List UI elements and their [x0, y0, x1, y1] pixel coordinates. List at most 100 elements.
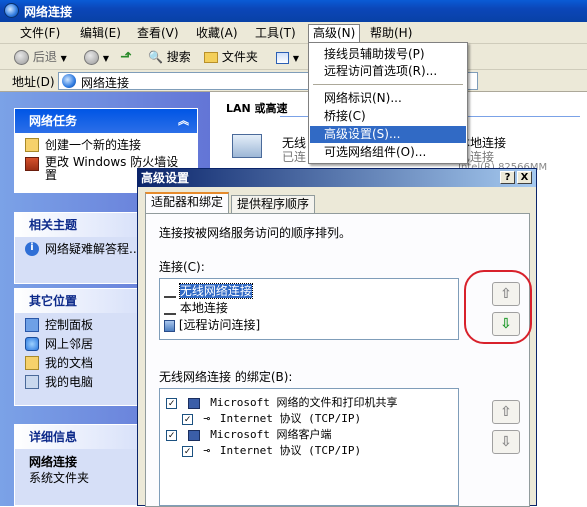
search-button[interactable]: 🔍 搜索 — [148, 48, 191, 66]
binding-item[interactable]: ✓ ⊸ Internet 协议 (TCP/IP) — [182, 443, 361, 459]
toolbar: 后退 ▼ ▼ ⬏ 🔍 搜索 文件夹 ▼ — [0, 44, 587, 70]
menu-optional-components[interactable]: 可选网络组件(O)... — [310, 144, 466, 161]
binding-down-button[interactable]: ⇩ — [492, 430, 520, 454]
my-documents-icon — [25, 356, 39, 370]
menu-remote-access-preferences[interactable]: 远程访问首选项(R)... — [310, 63, 466, 80]
network-places-icon — [25, 337, 39, 351]
remote-access-icon — [164, 319, 175, 332]
menu-separator — [313, 84, 463, 85]
menu-favorites[interactable]: 收藏(A) — [192, 25, 242, 41]
create-connection-link[interactable]: 创建一个新的连接 — [23, 137, 189, 155]
menu-advanced-settings[interactable]: 高级设置(S)... — [310, 126, 466, 143]
dialog-title-bar: 高级设置 ? X — [138, 169, 536, 187]
menu-view[interactable]: 查看(V) — [133, 25, 183, 41]
window-title-bar: 网络连接 — [0, 0, 587, 22]
folder-icon — [204, 52, 218, 63]
network-places-label: 网上邻居 — [45, 337, 94, 351]
list-item[interactable]: 无线网络连接 — [164, 283, 253, 299]
binding-checkbox[interactable]: ✓ — [166, 429, 177, 441]
network-connections-icon — [4, 3, 19, 18]
binding-item[interactable]: ✓ ⊸ Internet 协议 (TCP/IP) — [182, 411, 361, 427]
protocol-icon: ⊸ — [203, 444, 211, 457]
create-connection-label: 创建一个新的连接 — [45, 138, 142, 152]
new-connection-icon — [25, 138, 39, 152]
connection-label: [远程访问连接] — [178, 318, 261, 332]
wireless-connection-status: 已连 — [282, 150, 307, 164]
tab-adapters-bindings[interactable]: 适配器和绑定 — [145, 192, 230, 214]
file-print-sharing-icon — [187, 397, 200, 409]
bindings-list[interactable]: ✓ Microsoft 网络的文件和打印机共享 ✓ ⊸ Internet 协议 … — [159, 388, 459, 506]
menu-tools[interactable]: 工具(T) — [251, 25, 300, 41]
search-label: 搜索 — [166, 50, 191, 64]
advanced-settings-dialog: 高级设置 ? X 适配器和绑定 提供程序顺序 连接按被网络服务访问的顺序排列。 … — [137, 168, 537, 507]
binding-label: Microsoft 网络的文件和打印机共享 — [210, 396, 398, 409]
binding-checkbox[interactable]: ✓ — [182, 413, 193, 425]
binding-checkbox[interactable]: ✓ — [166, 397, 177, 409]
list-item[interactable]: [远程访问连接] — [164, 317, 260, 333]
connections-list[interactable]: 无线网络连接 本地连接 [远程访问连接] — [159, 278, 459, 340]
dialog-title: 高级设置 — [141, 171, 190, 185]
related-topics-title: 相关主题 — [29, 218, 78, 232]
menu-bar: 文件(F) 编辑(E) 查看(V) 收藏(A) 工具(T) 高级(N) 帮助(H… — [0, 22, 587, 44]
description-text: 连接按被网络服务访问的顺序排列。 — [159, 226, 352, 240]
folders-label: 文件夹 — [221, 50, 258, 64]
menu-edit[interactable]: 编辑(E) — [76, 25, 125, 41]
menu-network-identification[interactable]: 网络标识(N)... — [310, 90, 466, 107]
protocol-icon: ⊸ — [203, 412, 211, 425]
collapse-icon: ︽ — [178, 114, 189, 127]
chevron-down-icon: ▼ — [102, 54, 109, 63]
list-item[interactable]: 本地连接 — [164, 300, 228, 316]
connections-label: 连接(C): — [159, 260, 205, 274]
window-title: 网络连接 — [24, 5, 73, 19]
views-button[interactable]: ▼ — [276, 48, 299, 66]
arrow-up-icon: ⇧ — [500, 404, 512, 420]
binding-label: Internet 协议 (TCP/IP) — [219, 444, 362, 457]
forward-button[interactable]: ▼ — [84, 48, 109, 66]
up-folder-button[interactable]: ⬏ — [120, 48, 132, 66]
wireless-network-icon — [164, 286, 176, 298]
close-button[interactable]: X — [517, 171, 532, 184]
menu-operator-assisted-dialing[interactable]: 接线员辅助拨号(P) — [310, 46, 466, 63]
views-icon — [276, 51, 289, 64]
group-header: LAN 或高速 — [226, 102, 288, 115]
search-icon: 🔍 — [148, 50, 163, 64]
folders-button[interactable]: 文件夹 — [204, 48, 258, 66]
up-folder-icon: ⬏ — [120, 49, 132, 65]
connection-label: 本地连接 — [179, 301, 228, 315]
back-label: 后退 — [32, 50, 57, 64]
network-adapter-icon — [164, 303, 176, 315]
info-icon: i — [25, 242, 39, 256]
binding-item[interactable]: ✓ Microsoft 网络客户端 — [166, 427, 331, 443]
my-computer-label: 我的电脑 — [45, 375, 94, 389]
tab-panel: 连接按被网络服务访问的顺序排列。 连接(C): 无线网络连接 本地连接 [远程访… — [145, 213, 532, 507]
control-panel-icon — [25, 318, 39, 332]
connection-label: 无线网络连接 — [178, 283, 253, 299]
binding-checkbox[interactable]: ✓ — [182, 445, 193, 457]
arrow-down-icon: ⇩ — [500, 434, 512, 450]
network-tasks-title: 网络任务 — [29, 114, 78, 128]
tab-provider-order[interactable]: 提供程序顺序 — [231, 195, 316, 213]
binding-label: Internet 协议 (TCP/IP) — [219, 412, 362, 425]
network-tasks-header[interactable]: 网络任务 ︽ — [15, 109, 197, 133]
back-button[interactable]: 后退 ▼ — [14, 48, 67, 66]
binding-up-button[interactable]: ⇧ — [492, 400, 520, 424]
menu-file[interactable]: 文件(F) — [16, 25, 64, 41]
other-places-title: 其它位置 — [29, 294, 78, 308]
binding-item[interactable]: ✓ Microsoft 网络的文件和打印机共享 — [166, 395, 397, 411]
menu-help[interactable]: 帮助(H) — [366, 25, 416, 41]
wireless-connection-item[interactable] — [228, 130, 272, 170]
advanced-menu-dropdown: 接线员辅助拨号(P) 远程访问首选项(R)... 网络标识(N)... 桥接(C… — [308, 42, 468, 164]
binding-label: Microsoft 网络客户端 — [210, 428, 332, 441]
my-computer-icon — [25, 375, 39, 389]
firewall-icon — [25, 157, 39, 171]
network-client-icon — [187, 429, 200, 441]
back-arrow-icon — [14, 50, 29, 65]
wireless-network-icon — [232, 134, 262, 158]
my-documents-label: 我的文档 — [45, 356, 94, 370]
help-button[interactable]: ? — [500, 171, 515, 184]
control-panel-label: 控制面板 — [45, 318, 94, 332]
menu-bridge[interactable]: 桥接(C) — [310, 108, 466, 125]
forward-arrow-icon — [84, 50, 99, 65]
network-troubleshooter-label: 网络疑难解答程... — [45, 242, 141, 256]
menu-advanced[interactable]: 高级(N) — [308, 24, 361, 44]
